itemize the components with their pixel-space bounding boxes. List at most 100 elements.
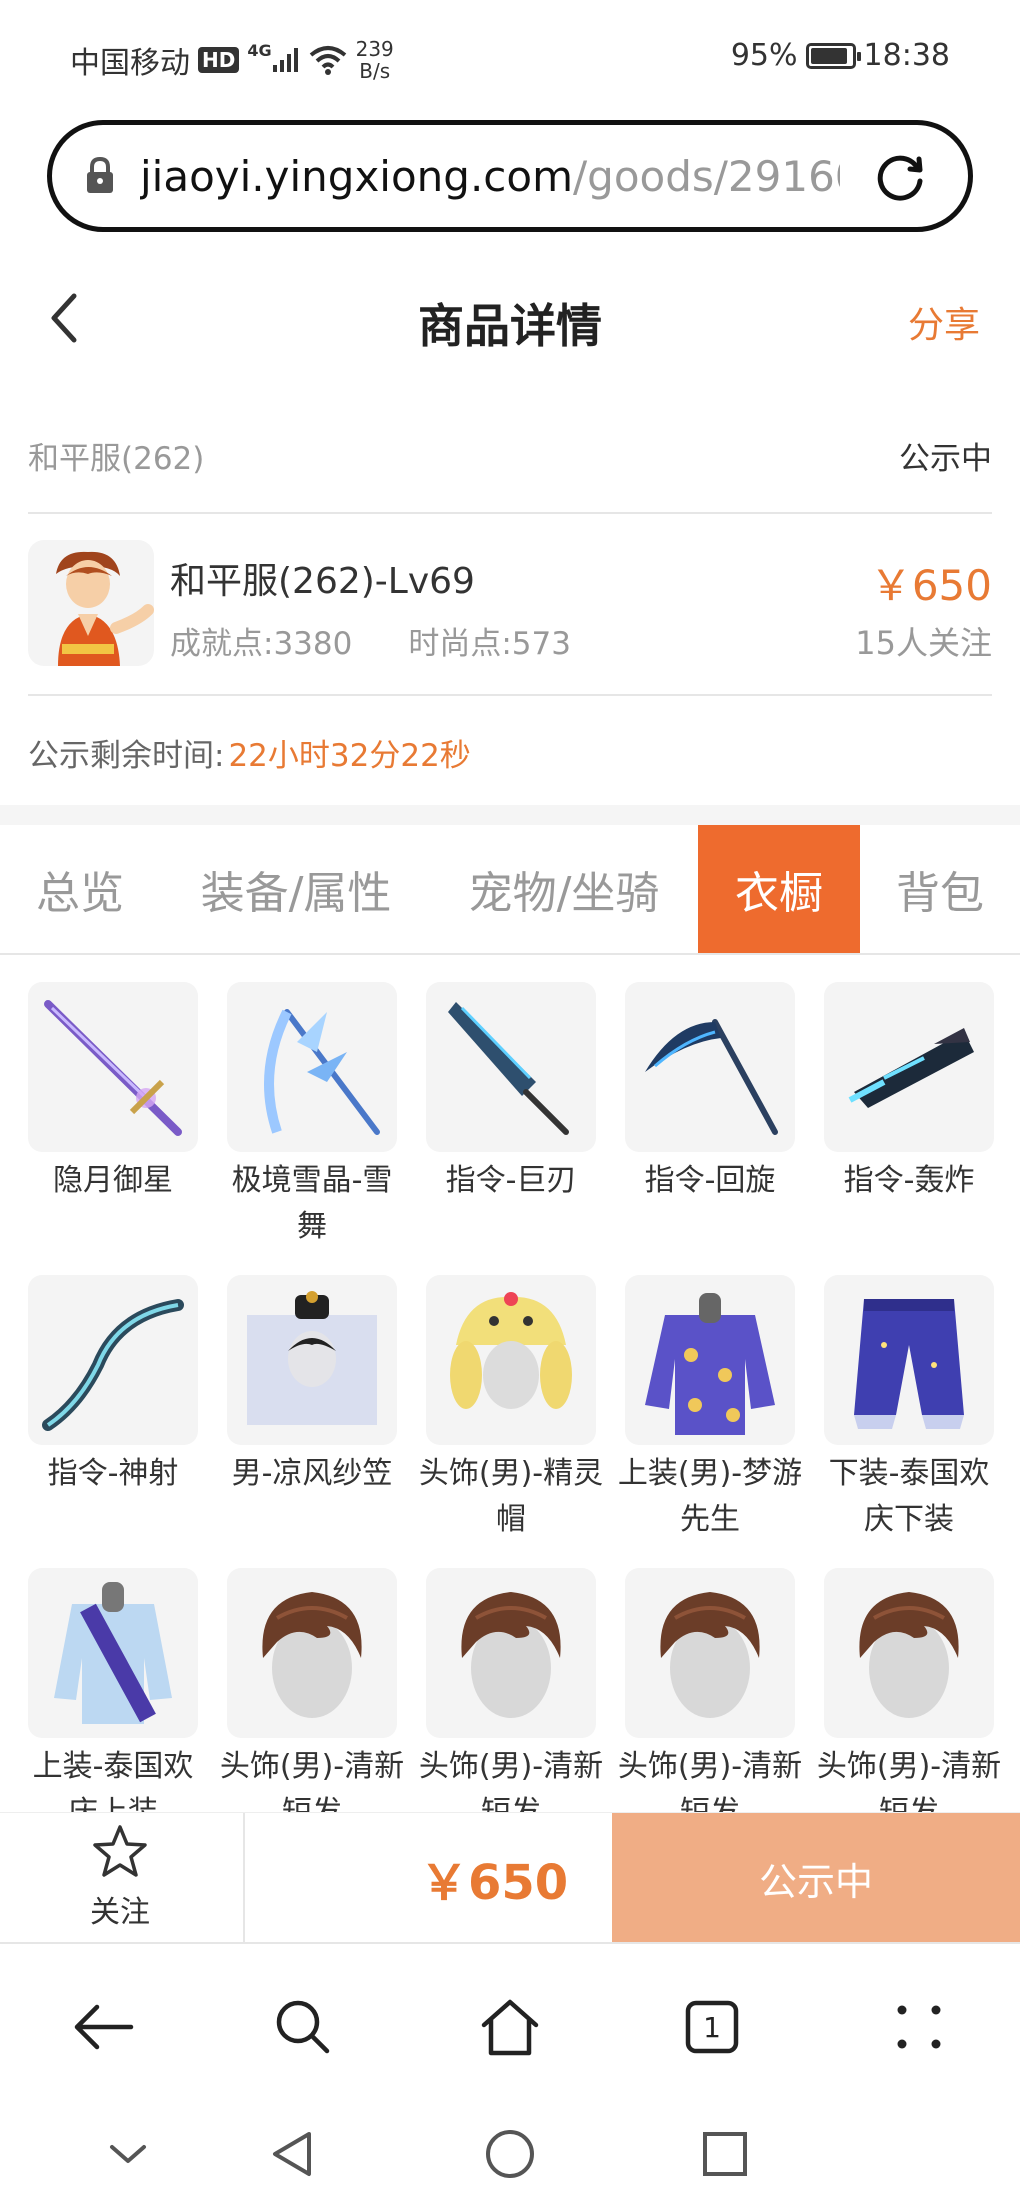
net-speed-unit: B/s — [359, 59, 391, 83]
watcher-count: 15人关注 — [855, 624, 992, 662]
hair-icon — [426, 1568, 596, 1738]
network-type: 4G — [247, 40, 272, 60]
wardrobe-item[interactable]: 头饰(男)-清新短发 — [817, 1568, 1001, 1812]
item-name: 男-凉风纱笠 — [231, 1456, 393, 1491]
item-name: 上装-泰国欢庆上装 — [32, 1749, 194, 1812]
status-left: 中国移动 HD 4G 239 B/s — [70, 38, 394, 82]
hair-icon — [824, 1568, 994, 1738]
pajama-top-icon — [625, 1275, 795, 1445]
carrier-name: 中国移动 — [70, 46, 190, 81]
item-name: 指令-回旋 — [644, 1163, 776, 1198]
wardrobe-item[interactable]: 上装-泰国欢庆上装 — [26, 1568, 200, 1812]
server-name: 和平服(262) — [28, 440, 205, 477]
listing-price: ￥650 — [869, 561, 992, 610]
tab-wardrobe[interactable]: 衣橱 — [698, 825, 860, 953]
item-name: 头饰(男)-精灵帽 — [418, 1456, 604, 1537]
remaining-time-row: 公示剩余时间: 22小时32分22秒 — [28, 730, 471, 775]
item-name: 指令-巨刃 — [445, 1163, 577, 1198]
battery-percent: 95% — [730, 38, 798, 73]
item-name: 头饰(男)-清新短发 — [418, 1749, 604, 1812]
divider — [28, 512, 992, 514]
divider — [28, 694, 992, 696]
wardrobe-item[interactable]: 隐月御星 — [26, 982, 200, 1204]
festive-top-icon — [28, 1568, 198, 1738]
net-speed: 239 B/s — [356, 38, 394, 82]
page-header: 商品详情 分享 — [0, 270, 1020, 370]
tab-bar: 总览 装备/属性 宠物/坐骑 衣橱 背包 — [0, 825, 1020, 955]
system-back-icon[interactable] — [262, 2124, 322, 2184]
system-nav-bar — [0, 2094, 1020, 2210]
tab-overview[interactable]: 总览 — [0, 825, 160, 953]
tab-count: 1 — [703, 2010, 721, 2044]
listing-status: 公示中 — [899, 440, 992, 477]
remaining-label: 公示剩余时间: — [28, 738, 225, 774]
menu-dots-icon[interactable] — [884, 1992, 954, 2062]
item-name: 指令-轰炸 — [843, 1163, 975, 1198]
character-name: 和平服(262)-Lv69 — [170, 561, 475, 602]
item-name: 上装(男)-梦游先生 — [617, 1456, 803, 1537]
star-icon — [93, 1825, 147, 1877]
wardrobe-item[interactable]: 指令-神射 — [26, 1275, 200, 1497]
system-home-icon[interactable] — [480, 2124, 540, 2184]
item-name: 头饰(男)-清新短发 — [219, 1749, 405, 1812]
clock: 18:38 — [863, 38, 950, 73]
action-bar: 关注 ￥650 公示中 — [0, 1812, 1020, 1943]
achievement-points: 成就点:3380 — [170, 626, 353, 662]
url-domain: jiaoyi.yingxiong.com — [140, 151, 574, 201]
wifi-icon — [309, 46, 346, 75]
tab-pets[interactable]: 宠物/坐骑 — [448, 825, 680, 953]
character-stats: 成就点:3380 时尚点:573 — [170, 618, 571, 663]
status-bar: 中国移动 HD 4G 239 B/s 95% 18:38 — [0, 0, 1020, 115]
hair-icon — [227, 1568, 397, 1738]
server-row: 和平服(262) 公示中 — [28, 425, 992, 485]
wardrobe-item[interactable]: 头饰(男)-清新短发 — [220, 1568, 404, 1812]
wardrobe-item[interactable]: 头饰(男)-清新短发 — [419, 1568, 603, 1812]
wardrobe-item[interactable]: 头饰(男)-精灵帽 — [419, 1275, 603, 1543]
item-name: 头饰(男)-清新短发 — [617, 1749, 803, 1812]
cannon-icon — [824, 982, 994, 1152]
tab-backpack[interactable]: 背包 — [878, 825, 1002, 953]
follow-button[interactable]: 关注 — [60, 1823, 180, 1933]
wardrobe-item[interactable]: 男-凉风纱笠 — [225, 1275, 399, 1497]
bow-icon — [28, 1275, 198, 1445]
wardrobe-item[interactable]: 指令-巨刃 — [424, 982, 598, 1204]
scythe-icon — [625, 982, 795, 1152]
section-gap — [0, 805, 1020, 825]
chevron-down-icon[interactable] — [98, 2124, 158, 2184]
share-button[interactable]: 分享 — [908, 296, 980, 348]
back-icon[interactable] — [68, 1992, 138, 2062]
hair-icon — [625, 1568, 795, 1738]
item-name: 隐月御星 — [53, 1163, 173, 1198]
item-name: 极境雪晶-雪舞 — [231, 1163, 393, 1244]
divider — [243, 1813, 245, 1943]
status-right: 95% 18:38 — [731, 38, 950, 73]
follow-label: 关注 — [90, 1895, 150, 1930]
wardrobe-item[interactable]: 指令-轰炸 — [822, 982, 996, 1204]
browser-toolbar: 1 — [0, 1944, 1020, 2094]
wardrobe-item[interactable]: 头饰(男)-清新短发 — [618, 1568, 802, 1812]
battery-icon — [805, 42, 861, 69]
wardrobe-item[interactable]: 下装-泰国欢庆下装 — [822, 1275, 996, 1543]
ice-scythe-icon — [227, 982, 397, 1152]
home-icon[interactable] — [475, 1992, 545, 2062]
tab-equipment[interactable]: 装备/属性 — [176, 825, 416, 953]
character-card[interactable]: 和平服(262)-Lv69 成就点:3380 时尚点:573 ￥650 15人关… — [28, 540, 992, 670]
bottom-price: ￥650 — [420, 1855, 569, 1911]
hd-badge: HD — [198, 47, 240, 73]
publicity-status-button[interactable]: 公示中 — [612, 1813, 1020, 1943]
item-name: 头饰(男)-清新短发 — [816, 1749, 1002, 1812]
item-name: 指令-神射 — [47, 1456, 179, 1491]
url-text[interactable]: jiaoyi.yingxiong.com/goods/29160 — [140, 152, 840, 201]
spirit-hat-icon — [426, 1275, 596, 1445]
greatblade-icon — [426, 982, 596, 1152]
wardrobe-item[interactable]: 指令-回旋 — [623, 982, 797, 1204]
wardrobe-item[interactable]: 上装(男)-梦游先生 — [618, 1275, 802, 1543]
wardrobe-item[interactable]: 极境雪晶-雪舞 — [225, 982, 399, 1250]
reload-icon[interactable] — [872, 149, 928, 205]
system-recents-icon[interactable] — [695, 2124, 755, 2184]
address-bar[interactable]: jiaoyi.yingxiong.com/goods/29160 — [47, 120, 973, 232]
url-path: /goods/29160 — [573, 151, 840, 201]
tabs-icon[interactable]: 1 — [677, 1992, 747, 2062]
search-icon[interactable] — [268, 1992, 338, 2062]
signal-icon — [272, 48, 298, 72]
